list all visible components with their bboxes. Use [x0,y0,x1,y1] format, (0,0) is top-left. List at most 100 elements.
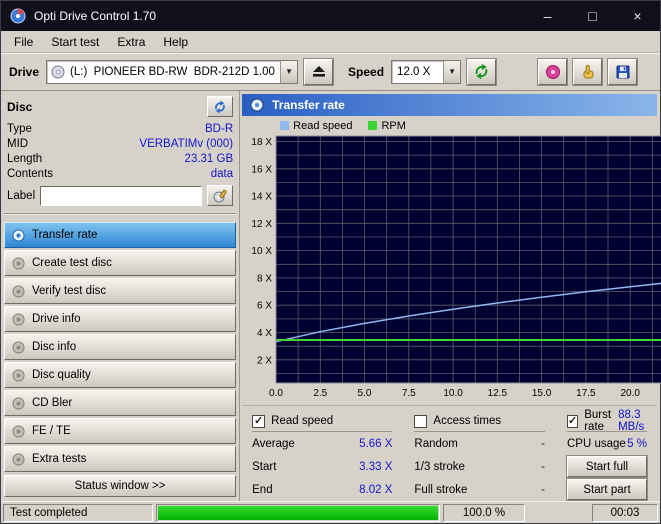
burst-rate-checkbox-label: Burst rate [584,409,612,433]
toolbar: Drive (L:) PIONEER BD-RW BDR-212D 1.00 ▼… [1,53,660,91]
menubar: FileStart testExtraHelp [1,31,660,53]
result-row-random: Random- [414,432,545,455]
statusbar: Test completed 100.0 % 00:03 [1,501,660,523]
drive-value: (L:) PIONEER BD-RW BDR-212D 1.00 [65,66,280,78]
menu-item-extra[interactable]: Extra [108,32,154,52]
hand-tool-button[interactable] [573,59,602,85]
floppy-icon [615,64,631,80]
burst-rows: CPU usage5 % Start fullStart part [567,432,647,501]
status-window-button[interactable]: Status window >> [4,475,236,497]
refresh-disc-button[interactable] [207,96,233,117]
chart-legend: Read speed RPM [244,118,657,133]
sidebar-item-label: Extra tests [32,453,86,465]
transfer-rate-icon [250,98,264,112]
result-value: 5 % [627,438,647,450]
chevron-down-icon[interactable]: ▼ [280,61,297,83]
chevron-down-icon[interactable]: ▼ [443,61,460,83]
legend-item-read-speed: Read speed [280,120,352,132]
eject-button[interactable] [304,59,333,85]
access-rows: Random-1/3 stroke- Full stroke - [414,432,545,501]
legend-label: RPM [381,120,405,132]
drive-label: Drive [9,65,39,79]
maximize-button[interactable]: □ [570,1,615,31]
svg-text:16 X: 16 X [252,164,273,175]
disc-icon [12,229,25,242]
disc-field-label: Contents [7,168,53,180]
burst-rate-value: 88.3 MB/s [618,409,647,433]
disc-icon [12,313,25,326]
disc-field-value: 23.31 GB [185,153,234,165]
disc-field-label: MID [7,138,28,150]
disc-icon [12,257,25,270]
disc-utility-button[interactable] [538,59,567,85]
access-times-column: Access times Random-1/3 stroke-Full stro… [414,413,545,501]
label-input[interactable] [40,186,202,206]
refresh-icon [473,63,490,80]
speed-label: Speed [348,65,384,79]
status-text: Test completed [10,507,87,519]
save-button[interactable] [608,59,637,85]
result-row-full-stroke: Full stroke - [414,478,545,501]
svg-text:12 X: 12 X [252,219,273,230]
menu-item-help[interactable]: Help [154,32,197,52]
sidebar-item-disc-info[interactable]: Disc info [4,334,236,360]
progress-bar [156,504,440,522]
close-button[interactable]: × [615,1,660,31]
disc-field-label: Length [7,153,42,165]
start-full-button[interactable]: Start full [567,456,647,477]
status-window-label: Status window >> [75,480,166,492]
elapsed-time: 00:03 [611,507,640,519]
disc-field-type: TypeBD-R [7,121,233,136]
result-row-average: Average5.66 X [252,432,392,455]
sidebar-item-create-test-disc[interactable]: Create test disc [4,250,236,276]
access-times-checkbox[interactable] [414,415,427,428]
result-row-start: Start3.33 X [252,455,392,478]
elapsed-time-panel: 00:03 [592,504,658,522]
svg-text:12.5: 12.5 [488,388,508,399]
write-label-button[interactable] [207,185,233,206]
result-label: Full stroke [414,484,467,496]
svg-text:18 X: 18 X [252,137,273,148]
sidebar-item-cd-bler[interactable]: CD Bler [4,390,236,416]
burst-rate-column: Burst rate 88.3 MB/s CPU usage5 %Start f… [567,413,647,501]
sidebar-item-disc-quality[interactable]: Disc quality [4,362,236,388]
status-text-panel: Test completed [3,504,153,522]
result-label: End [252,484,272,496]
page-title-bar: Transfer rate [242,94,657,116]
menu-item-file[interactable]: File [5,32,42,52]
menu-item-start-test[interactable]: Start test [42,32,108,52]
svg-text:20.0: 20.0 [621,388,641,399]
result-value: - [541,484,545,496]
minimize-button[interactable]: – [525,1,570,31]
burst-rate-checkbox[interactable] [567,415,578,428]
svg-text:5.0: 5.0 [358,388,372,399]
result-row-1-3-stroke: 1/3 stroke- [414,455,545,478]
speed-select[interactable]: 12.0 X ▼ [391,60,461,84]
main-panel: Transfer rate Read speedRPM 2 X4 X6 X8 X… [240,91,660,501]
result-value: - [541,461,545,473]
svg-text:8 X: 8 X [257,273,272,284]
progress-fill [158,506,438,520]
legend-swatch [280,121,289,130]
sidebar-item-fe-te[interactable]: FE / TE [4,418,236,444]
svg-text:7.5: 7.5 [402,388,416,399]
refresh-drive-button[interactable] [467,59,496,85]
drive-select[interactable]: (L:) PIONEER BD-RW BDR-212D 1.00 ▼ [46,60,298,84]
result-label: CPU usage [567,438,626,450]
svg-text:4 X: 4 X [257,328,272,339]
disc-icon [12,341,25,354]
sidebar-item-label: Create test disc [32,257,112,269]
sidebar-item-verify-test-disc[interactable]: Verify test disc [4,278,236,304]
label-field-label: Label [7,190,35,202]
chart-block: Read speedRPM 2 X4 X6 X8 X10 X12 X14 X16… [242,116,657,405]
sidebar-item-transfer-rate[interactable]: Transfer rate [4,222,236,248]
sidebar-item-extra-tests[interactable]: Extra tests [4,446,236,472]
disc-field-contents: Contentsdata [7,166,233,181]
sidebar-item-drive-info[interactable]: Drive info [4,306,236,332]
result-row-end: End8.02 X [252,478,392,501]
start-part-button[interactable]: Start part [567,479,647,500]
speed-value: 12.0 X [392,66,435,78]
result-label: Start [252,461,276,473]
read-speed-column: Read speed Average5.66 XStart3.33 XEnd8.… [252,413,392,501]
read-speed-checkbox[interactable] [252,415,265,428]
